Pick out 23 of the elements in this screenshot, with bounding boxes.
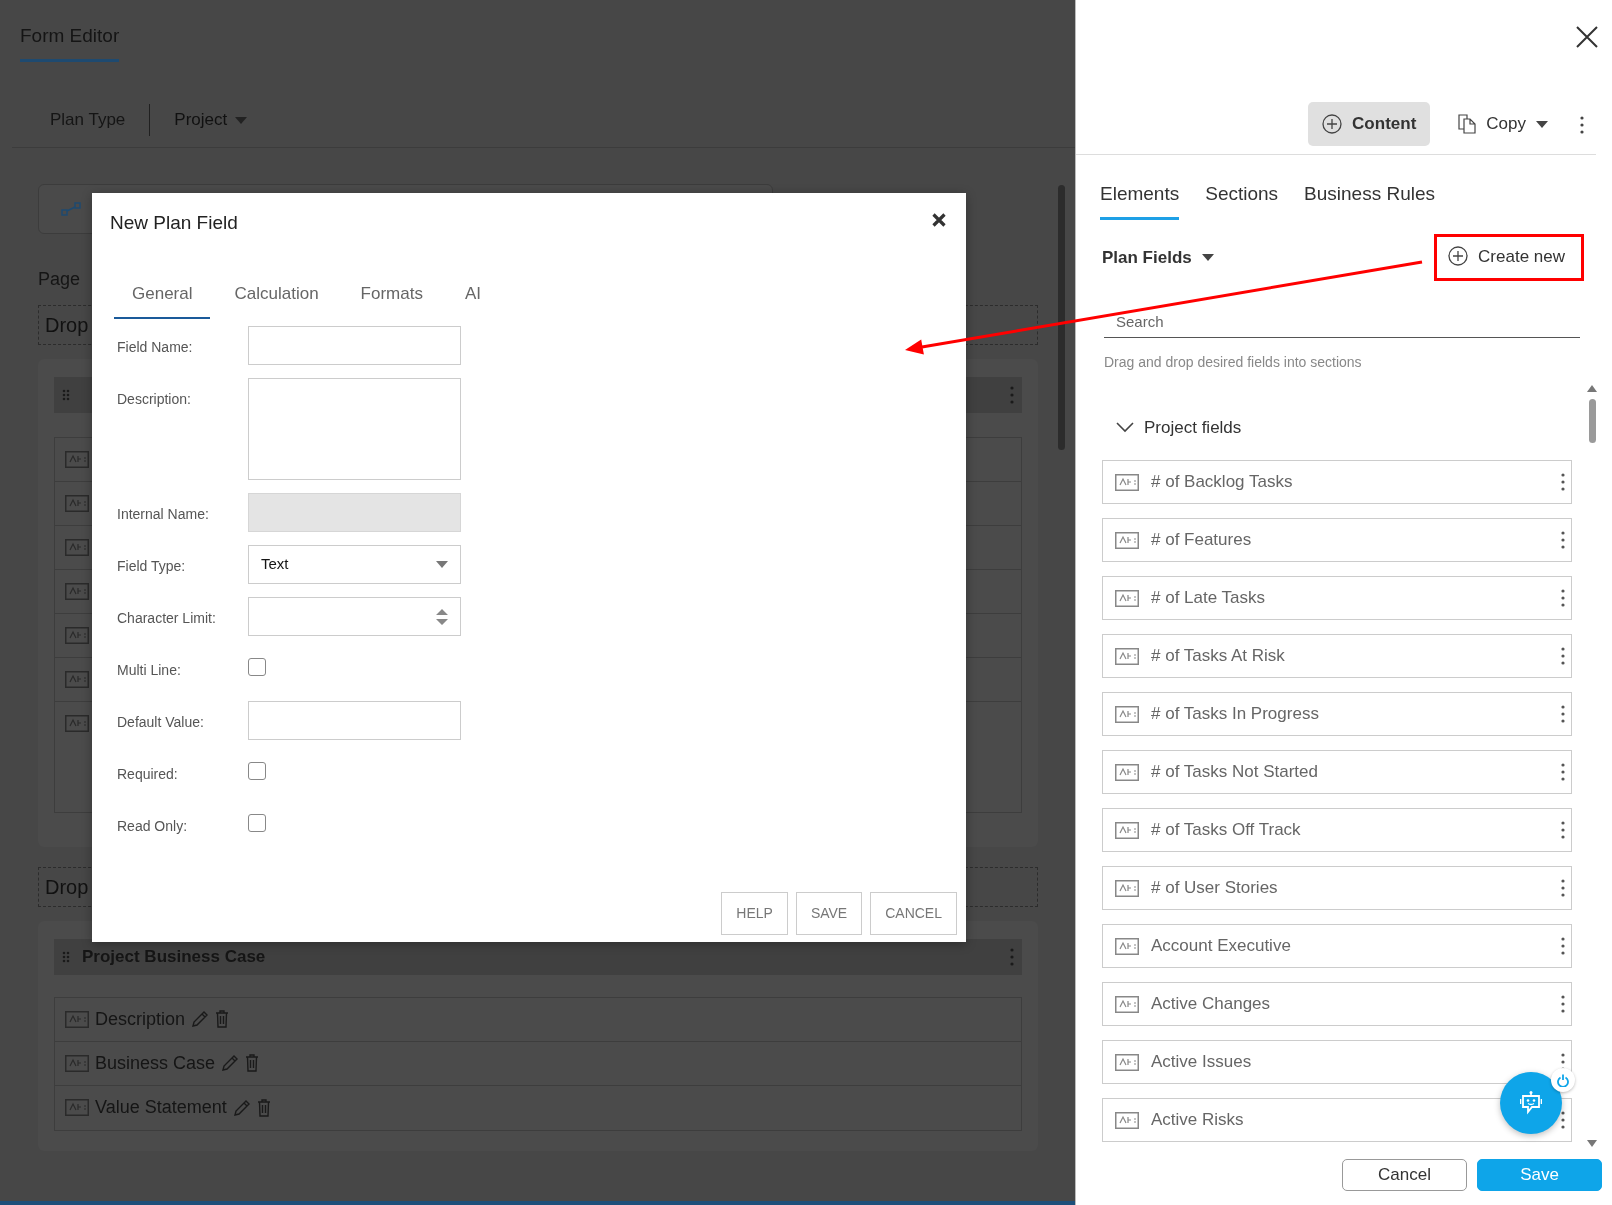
field-item-label: # of Backlog Tasks bbox=[1151, 471, 1294, 494]
field-label: Field Type: bbox=[117, 557, 187, 576]
field-item-label: Active Risks bbox=[1151, 1109, 1245, 1132]
field-label: Read Only: bbox=[117, 817, 189, 836]
field-label: Default Value: bbox=[117, 713, 205, 732]
field-item-label: # of Tasks Not Started bbox=[1151, 761, 1319, 784]
field-label: Internal Name: bbox=[117, 505, 210, 524]
field-item-label: Account Executive bbox=[1151, 935, 1292, 958]
field-item-label: Active Changes bbox=[1151, 993, 1272, 1016]
field-label: Multi Line: bbox=[117, 661, 182, 680]
field-label: Description: bbox=[117, 390, 192, 409]
field-item-label: # of Tasks At Risk bbox=[1151, 645, 1286, 668]
field-label: Required: bbox=[117, 765, 179, 784]
field-label: Character Limit: bbox=[117, 609, 217, 628]
dialog-title: New Plan Field bbox=[110, 211, 238, 235]
field-item-label: # of Late Tasks bbox=[1151, 587, 1267, 610]
field-item-label: Active Issues bbox=[1151, 1051, 1253, 1074]
field-item-label: # of Tasks In Progress bbox=[1151, 703, 1320, 726]
field-label: Field Name: bbox=[117, 338, 194, 357]
field-item-label: # of Tasks Off Track bbox=[1151, 819, 1302, 842]
field-item-label: # of User Stories bbox=[1151, 877, 1279, 900]
hint-text: Drag and drop desired fields into sections bbox=[1104, 352, 1363, 372]
field-item-label: # of Features bbox=[1151, 529, 1253, 552]
